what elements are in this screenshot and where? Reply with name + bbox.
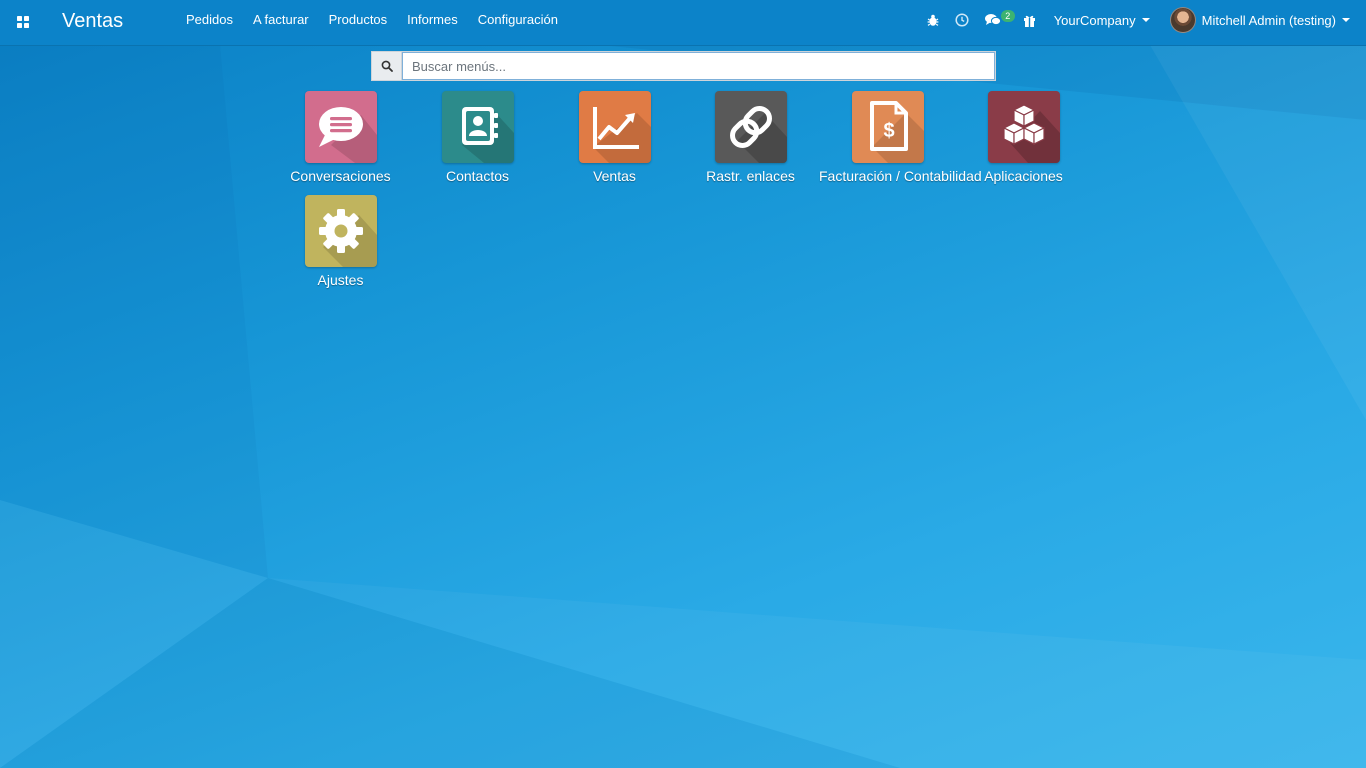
- menu-item-a-facturar[interactable]: A facturar: [243, 0, 319, 40]
- app-icon-tile: [304, 91, 377, 163]
- comments-icon: [984, 14, 1001, 26]
- messages-count-badge: 2: [1000, 10, 1015, 22]
- app-label: Conversaciones: [290, 168, 391, 184]
- app-contactos[interactable]: Contactos: [409, 91, 546, 184]
- app-ajustes[interactable]: Ajustes: [272, 195, 409, 288]
- gift-icon: [1023, 15, 1035, 27]
- app-icon-tile: [714, 91, 787, 163]
- user-name: Mitchell Admin (testing): [1201, 12, 1336, 28]
- menu-item-productos[interactable]: Productos: [319, 0, 398, 40]
- avatar: [1169, 7, 1196, 33]
- app-aplicaciones[interactable]: Aplicaciones: [955, 91, 1092, 184]
- trend-chart-icon: [592, 107, 651, 163]
- apps-menu-toggle[interactable]: [12, 8, 34, 36]
- app-rastr-enlaces[interactable]: Rastr. enlaces: [682, 91, 819, 184]
- app-label: Facturación / Contabilidad: [819, 168, 982, 184]
- app-icon-tile: [578, 91, 651, 163]
- activities-button[interactable]: [947, 0, 977, 40]
- app-label: Contactos: [445, 168, 510, 184]
- chat-bubble-icon: [318, 107, 377, 163]
- debug-button[interactable]: [919, 0, 947, 40]
- menu-item-configuracion[interactable]: Configuración: [468, 0, 568, 40]
- app-conversaciones[interactable]: Conversaciones: [272, 91, 409, 184]
- app-label: Rastr. enlaces: [706, 168, 795, 184]
- app-icon-tile: [441, 91, 514, 163]
- company-name: YourCompany: [1053, 12, 1136, 28]
- menu-item-informes[interactable]: Informes: [397, 0, 468, 40]
- main-menu: Pedidos A facturar Productos Informes Co…: [176, 0, 568, 40]
- app-facturacion-contabilidad[interactable]: $ Facturación / Contabilidad: [819, 91, 982, 184]
- invoice-dollar-icon: $: [869, 101, 924, 163]
- messaging-button[interactable]: 2: [977, 0, 1015, 40]
- app-label: Ajustes: [317, 272, 364, 288]
- company-switcher[interactable]: YourCompany: [1044, 0, 1160, 40]
- search-input[interactable]: [401, 51, 996, 81]
- app-ventas[interactable]: Ventas: [546, 91, 683, 184]
- user-menu[interactable]: Mitchell Admin (testing): [1160, 0, 1366, 40]
- top-navbar: Ventas Pedidos A facturar Productos Info…: [0, 0, 1366, 46]
- svg-text:$: $: [883, 120, 894, 142]
- link-icon: [729, 106, 787, 163]
- systray: 2 YourCompany Mitchell Admin (testing): [919, 0, 1366, 40]
- search-addon[interactable]: [371, 51, 401, 81]
- app-icon-tile: $: [851, 91, 924, 163]
- menu-search: [371, 51, 996, 81]
- caret-down-icon: [1141, 18, 1150, 22]
- apps-grid: Conversaciones Contactos Ventas Rastr. e…: [0, 0, 1366, 768]
- gear-icon: [318, 209, 377, 267]
- search-icon: [381, 60, 393, 72]
- grid-icon: [17, 16, 29, 28]
- gift-button[interactable]: [1015, 0, 1044, 40]
- app-label: Ventas: [593, 168, 636, 184]
- cubes-icon: [1002, 104, 1060, 163]
- app-icon-tile: [987, 91, 1060, 163]
- app-label: Aplicaciones: [984, 168, 1063, 184]
- app-brand[interactable]: Ventas: [62, 8, 123, 34]
- menu-item-pedidos[interactable]: Pedidos: [176, 0, 243, 40]
- app-icon-tile: [304, 195, 377, 267]
- caret-down-icon: [1342, 18, 1350, 22]
- address-book-icon: [461, 107, 514, 163]
- bug-icon: [927, 14, 939, 26]
- clock-icon: [955, 13, 969, 27]
